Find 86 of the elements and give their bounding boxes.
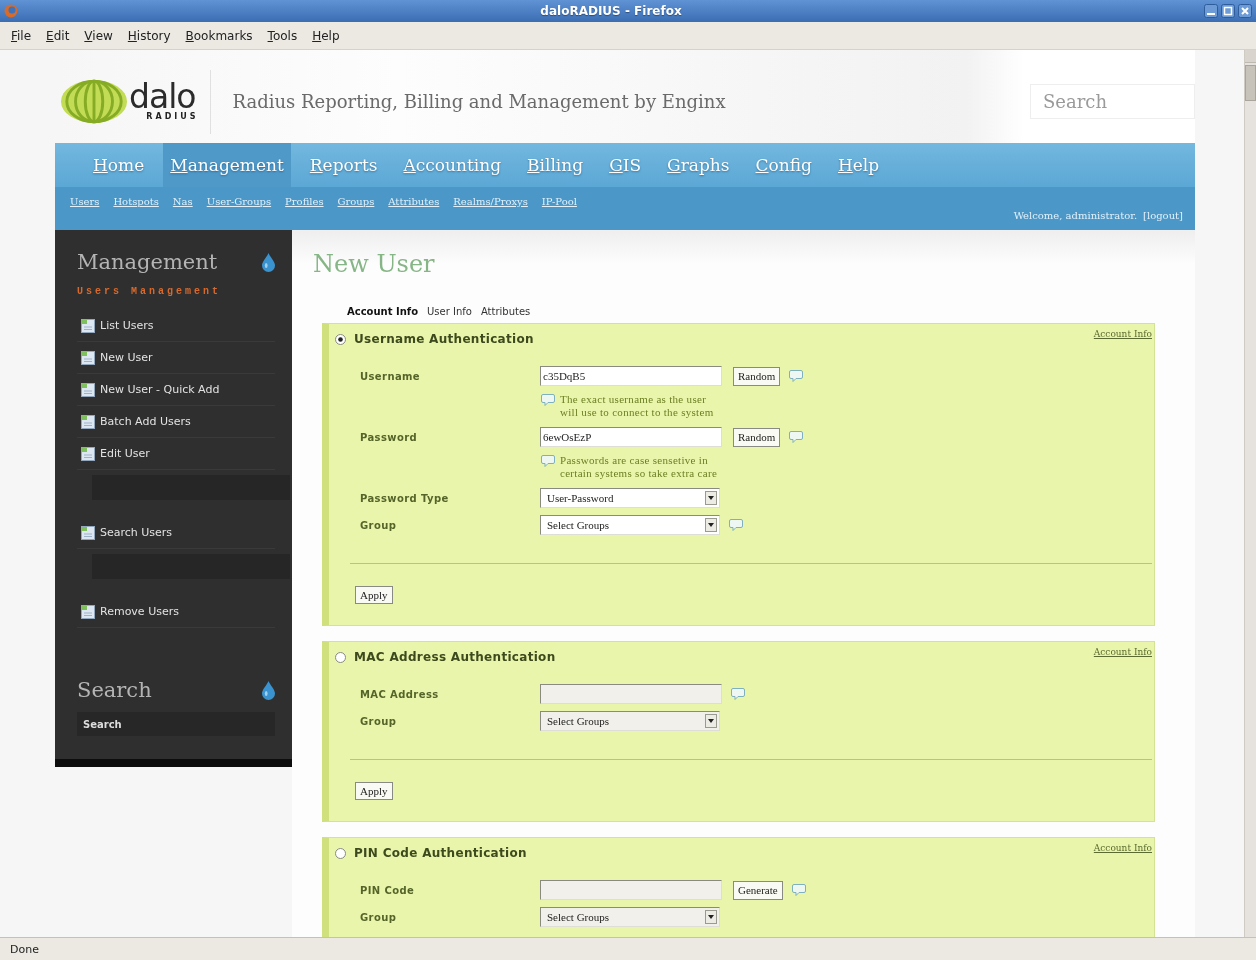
document-icon	[80, 603, 96, 620]
menu-item[interactable]: File	[5, 28, 38, 43]
app-icon	[4, 4, 18, 18]
menu-item[interactable]: History	[121, 28, 177, 43]
inline-button[interactable]: Random	[733, 427, 781, 447]
account-info-link[interactable]: Account Info	[1093, 329, 1152, 339]
sidebar-heading: Management	[77, 249, 218, 275]
inline-button[interactable]: Generate	[733, 880, 783, 900]
field-label: MAC Address	[360, 688, 440, 700]
document-icon	[80, 445, 96, 462]
speech-bubble-icon[interactable]	[731, 688, 745, 700]
dropdown[interactable]: Select Groups	[540, 515, 720, 535]
window-title: daloRADIUS - Firefox	[540, 4, 682, 18]
tab[interactable]: Account Info	[347, 306, 419, 317]
radio-button[interactable]	[335, 333, 346, 345]
speech-bubble-icon[interactable]	[729, 519, 743, 531]
sidebar-subheading: Users Management	[77, 286, 221, 298]
menu-item[interactable]: Edit	[40, 28, 76, 43]
dropdown[interactable]: Select Groups	[540, 711, 720, 731]
drop-icon[interactable]	[262, 680, 275, 700]
tagline: Radius Reporting, Billing and Management by Enginx	[232, 91, 726, 112]
logo-subtext: RADIUS	[146, 112, 199, 121]
caret-icon	[705, 910, 717, 924]
hint-text: Passwords are case sensetive in certain systems so take extra care	[560, 454, 718, 480]
menu-item[interactable]: View	[78, 28, 119, 43]
radio-button[interactable]	[335, 651, 346, 663]
account-info-link[interactable]: Account Info	[1093, 647, 1152, 657]
account-info-link[interactable]: Account Info	[1093, 843, 1152, 853]
sidebar-link[interactable]: Search Users	[80, 524, 173, 541]
maximize-icon[interactable]	[1221, 4, 1235, 18]
speech-bubble-icon[interactable]	[789, 431, 804, 443]
text-field[interactable]: c35DqB5	[540, 366, 722, 386]
document-icon	[80, 349, 96, 366]
radio-button[interactable]	[335, 847, 346, 859]
sidebar-link[interactable]: New User	[80, 349, 153, 366]
caret-icon	[705, 714, 717, 728]
caret-icon	[705, 491, 717, 505]
scrollbar[interactable]	[1244, 50, 1256, 937]
sidebar-link[interactable]: New User - Quick Add	[80, 381, 220, 398]
status-text: Done	[10, 942, 39, 956]
field-label: PIN Code	[360, 884, 416, 896]
speech-bubble-icon[interactable]	[789, 370, 804, 382]
panel-title: Username Authentication	[354, 332, 534, 346]
field-label: Group	[360, 519, 398, 531]
search-field[interactable]: Search	[77, 712, 275, 736]
minimize-icon[interactable]	[1204, 4, 1218, 18]
dropdown[interactable]: Select Groups	[540, 907, 720, 927]
sidebar-heading: Search	[77, 677, 152, 703]
sidebar-link[interactable]: Edit User	[80, 445, 150, 462]
speech-bubble-icon[interactable]	[541, 455, 555, 467]
caret-icon	[705, 518, 717, 532]
inline-button[interactable]: Random	[733, 366, 781, 386]
hint-text: The exact username as the user will use to connect to the system	[560, 393, 714, 419]
document-icon	[80, 381, 96, 398]
speech-bubble-icon[interactable]	[791, 884, 806, 896]
text-field[interactable]	[540, 880, 722, 900]
drop-icon[interactable]	[262, 252, 275, 272]
dropdown[interactable]: User-Password	[540, 488, 720, 508]
welcome-text: Welcome, administrator.	[1013, 210, 1138, 221]
document-icon	[80, 524, 96, 541]
field-label: Password	[360, 431, 419, 443]
menu-item[interactable]: Help	[306, 28, 346, 43]
text-field[interactable]: 6ewOsEzP	[540, 427, 722, 447]
menu-item[interactable]: Tools	[261, 28, 304, 43]
menu-item[interactable]: Bookmarks	[179, 28, 259, 43]
sidebar-link[interactable]: List Users	[80, 317, 154, 334]
speech-bubble-icon[interactable]	[541, 394, 555, 406]
panel-title: PIN Code Authentication	[354, 846, 527, 860]
field-label: Group	[360, 715, 398, 727]
document-icon	[80, 317, 96, 334]
field-label: Username	[360, 370, 422, 382]
page-title: New User	[313, 249, 435, 279]
apply-button[interactable]: Apply	[355, 782, 393, 800]
apply-button[interactable]: Apply	[355, 586, 393, 604]
striped-sphere-icon	[60, 79, 128, 124]
document-icon	[80, 413, 96, 430]
tab[interactable]: User Info	[427, 306, 472, 317]
field-label: Password Type	[360, 492, 450, 504]
panel-title: MAC Address Authentication	[354, 650, 556, 664]
sidebar-link[interactable]: Batch Add Users	[80, 413, 191, 430]
sidebar-link[interactable]: Remove Users	[80, 603, 179, 620]
text-field[interactable]	[540, 684, 722, 704]
close-icon[interactable]	[1238, 4, 1252, 18]
field-label: Group	[360, 911, 398, 923]
tab[interactable]: Attributes	[480, 306, 531, 317]
logo-text: dalo	[129, 82, 196, 112]
